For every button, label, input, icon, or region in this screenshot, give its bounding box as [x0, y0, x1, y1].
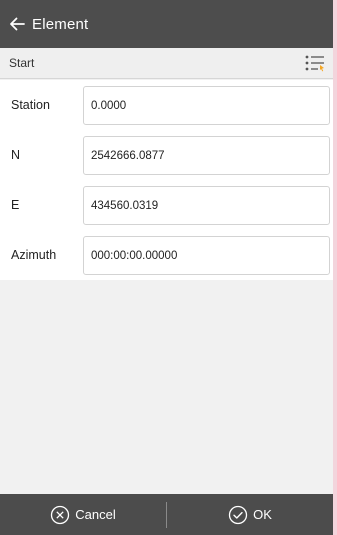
list-settings-button[interactable] — [300, 48, 330, 78]
footer-bar: Cancel OK — [0, 494, 333, 535]
station-input[interactable]: 0.0000 — [83, 86, 330, 125]
station-row: Station 0.0000 — [0, 80, 333, 130]
ok-button[interactable]: OK — [167, 494, 333, 535]
azimuth-label: Azimuth — [11, 248, 57, 262]
element-form: Station 0.0000 N 2542666.0877 E 434560.0… — [0, 80, 333, 280]
circle-check-icon — [228, 505, 248, 524]
northing-row: N 2542666.0877 — [0, 130, 333, 180]
title-bar: Element — [0, 0, 333, 48]
circle-x-icon — [51, 505, 70, 524]
section-label: Start — [9, 56, 35, 70]
cancel-label: Cancel — [75, 507, 116, 522]
station-label: Station — [11, 98, 50, 112]
section-header: Start — [0, 48, 333, 79]
ok-label: OK — [253, 507, 272, 522]
back-button[interactable] — [2, 0, 32, 48]
azimuth-input[interactable]: 000:00:00.00000 — [83, 236, 330, 275]
easting-row: E 434560.0319 — [0, 180, 333, 230]
northing-label: N — [11, 148, 21, 162]
easting-label: E — [11, 198, 20, 212]
northing-input[interactable]: 2542666.0877 — [83, 136, 330, 175]
cancel-button[interactable]: Cancel — [0, 494, 166, 535]
easting-input[interactable]: 434560.0319 — [83, 186, 330, 225]
app-window: Element Start Station 0.0000 N 2542666.0… — [0, 0, 337, 535]
page-title: Element — [32, 15, 89, 33]
azimuth-row: Azimuth 000:00:00.00000 — [0, 230, 333, 280]
arrow-left-icon — [10, 17, 25, 31]
list-settings-icon — [305, 55, 324, 72]
